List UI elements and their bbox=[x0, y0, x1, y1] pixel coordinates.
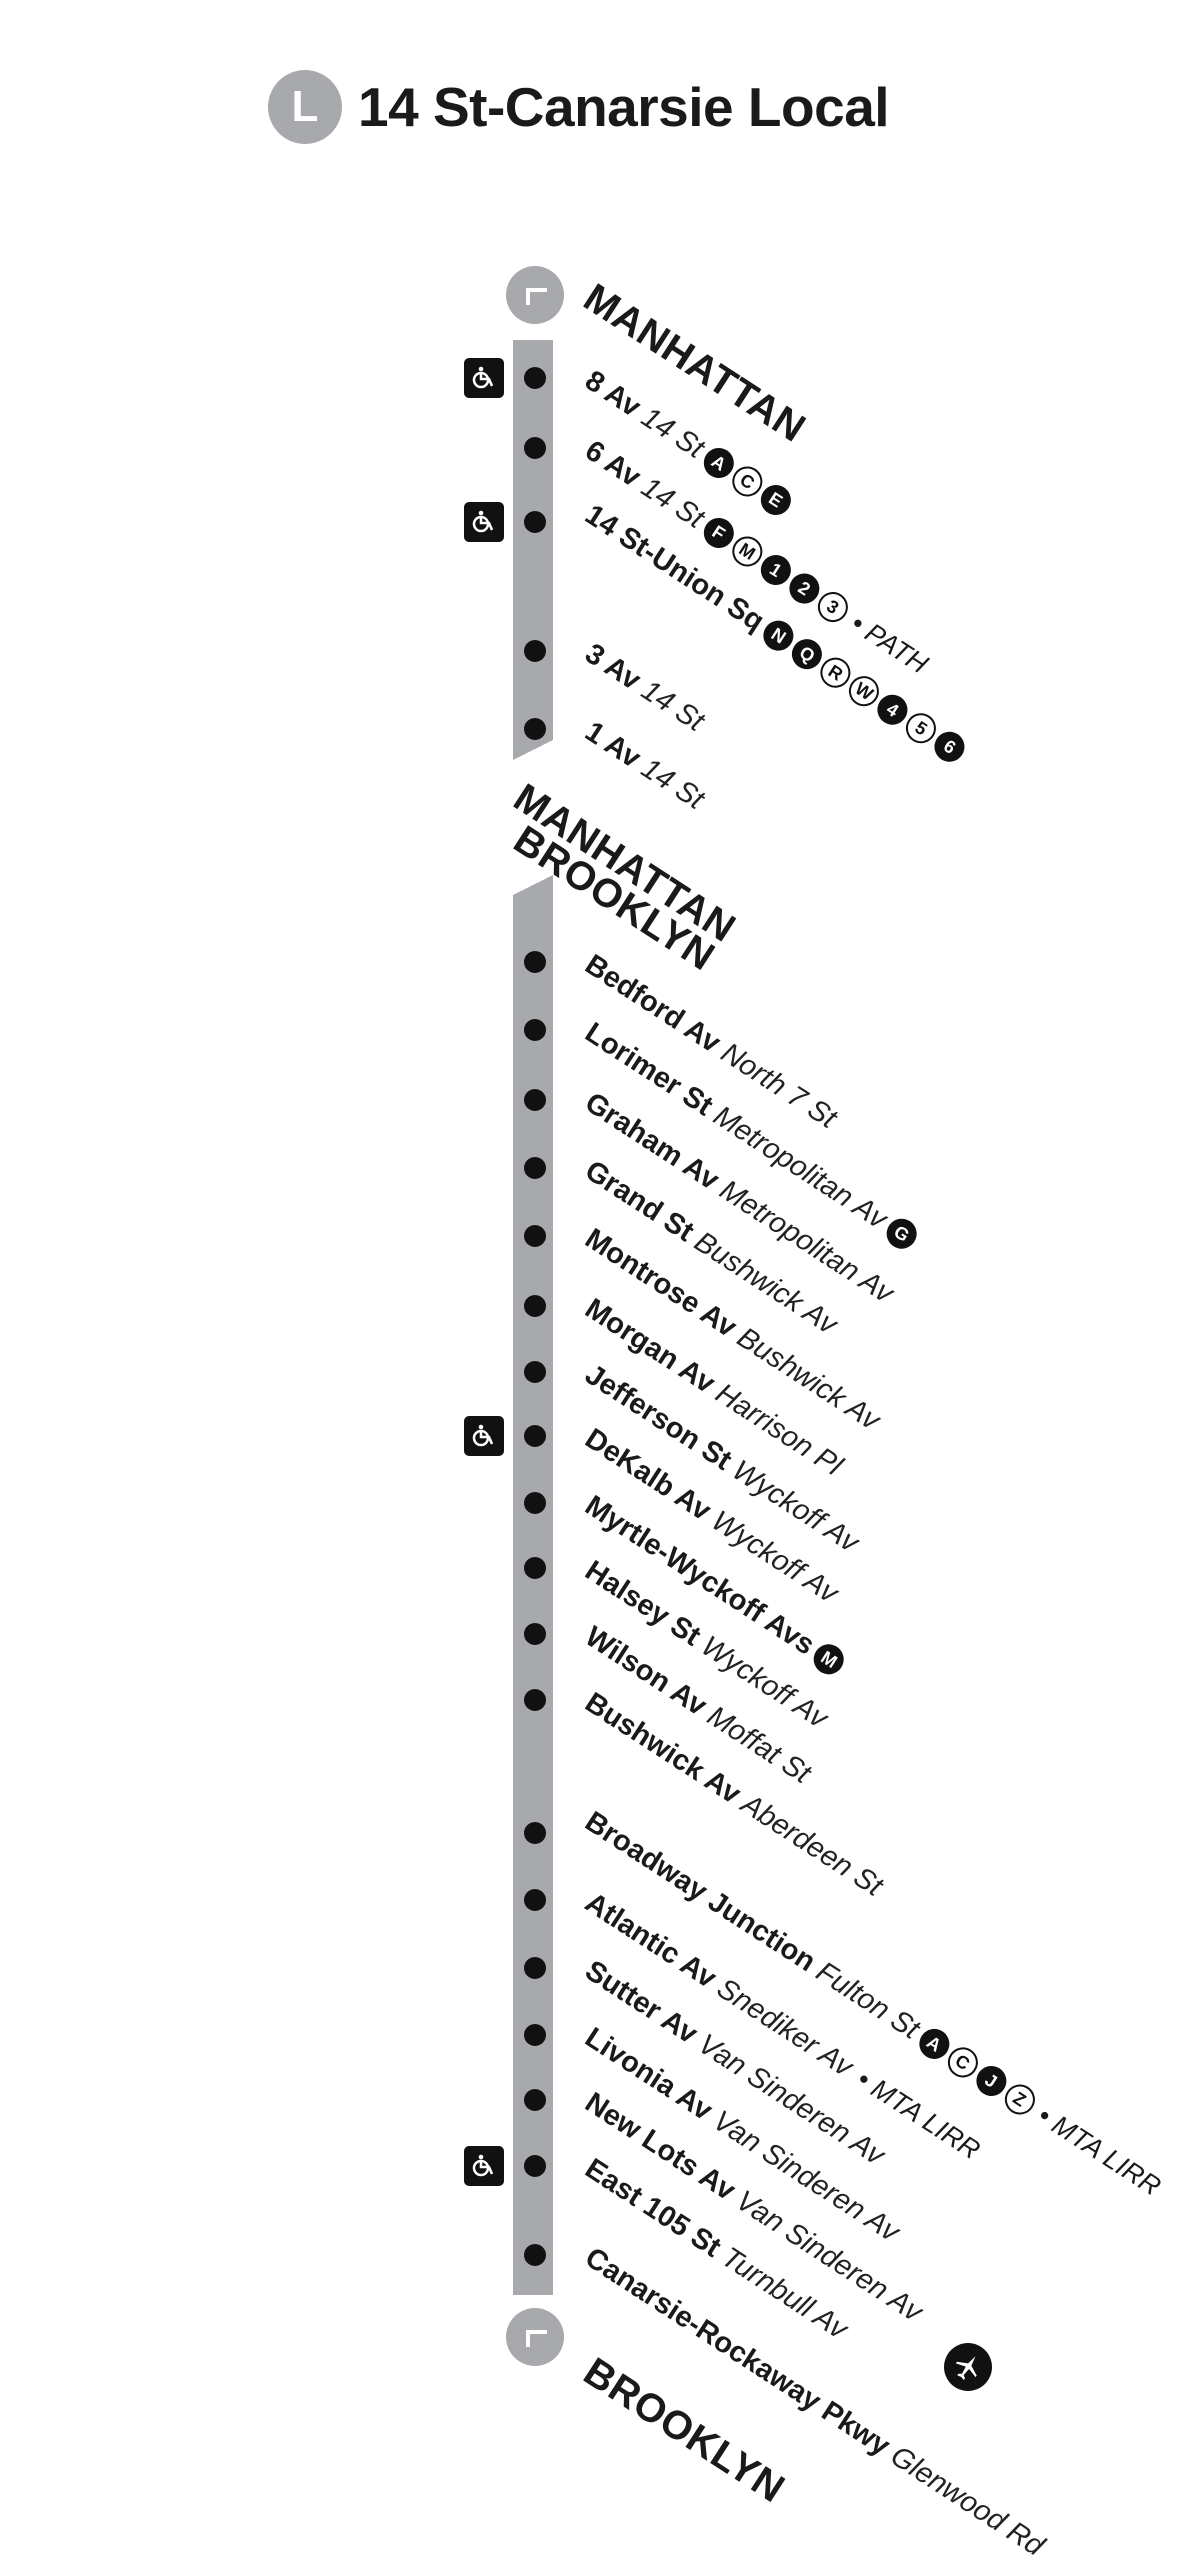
station-dot bbox=[524, 1157, 546, 1179]
station-dot bbox=[524, 1361, 546, 1383]
station-dot bbox=[524, 511, 546, 533]
station-dot bbox=[524, 1295, 546, 1317]
station-dot bbox=[524, 1957, 546, 1979]
station-dot bbox=[524, 1019, 546, 1041]
station-dot bbox=[524, 2155, 546, 2177]
station-dot bbox=[524, 1425, 546, 1447]
station-dot bbox=[524, 1225, 546, 1247]
station-dot bbox=[524, 2089, 546, 2111]
station-dot bbox=[524, 1492, 546, 1514]
station-dot bbox=[524, 640, 546, 662]
station-dot bbox=[524, 1557, 546, 1579]
wheelchair-icon bbox=[464, 502, 504, 542]
wheelchair-icon bbox=[464, 1416, 504, 1456]
airplane-icon bbox=[944, 2343, 992, 2391]
wheelchair-icon bbox=[464, 2146, 504, 2186]
station-dot bbox=[524, 718, 546, 740]
station-dot bbox=[524, 951, 546, 973]
terminal-bottom-icon bbox=[506, 2308, 564, 2366]
station-dot bbox=[524, 1822, 546, 1844]
station-dot bbox=[524, 1089, 546, 1111]
station-dot bbox=[524, 437, 546, 459]
station-dot bbox=[524, 1689, 546, 1711]
terminal-top-icon bbox=[506, 266, 564, 324]
station-dot bbox=[524, 367, 546, 389]
station-dot bbox=[524, 2024, 546, 2046]
line-segment-manhattan bbox=[513, 340, 553, 760]
wheelchair-icon bbox=[464, 358, 504, 398]
line-segment-brooklyn bbox=[513, 875, 553, 2295]
station-dot bbox=[524, 1889, 546, 1911]
station-dot bbox=[524, 1623, 546, 1645]
station-dot bbox=[524, 2244, 546, 2266]
